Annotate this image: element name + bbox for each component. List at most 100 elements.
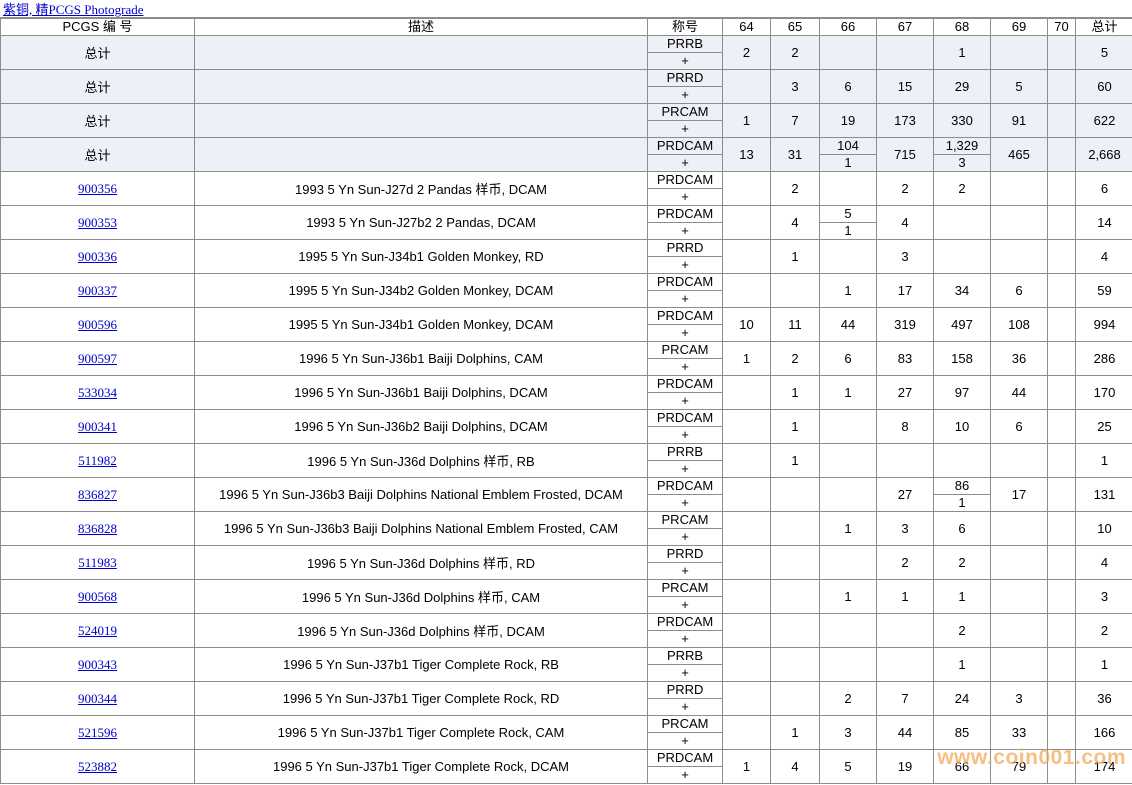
pcgs-number-cell[interactable]: 900343 xyxy=(0,647,195,682)
grade-65-cell xyxy=(770,273,820,308)
pcgs-number-cell[interactable]: 900337 xyxy=(0,273,195,308)
pcgs-number-link[interactable]: 900343 xyxy=(78,657,117,672)
grade-67-cell: 27 xyxy=(876,375,934,410)
pcgs-number-link[interactable]: 836827 xyxy=(78,487,117,502)
grade-64-cell: 1 xyxy=(722,103,771,138)
plus-designation-label: + xyxy=(681,563,689,578)
grade-67-cell: 8 xyxy=(876,409,934,444)
pcgs-number-link[interactable]: 900597 xyxy=(78,351,117,366)
pcgs-number-cell[interactable]: 533034 xyxy=(0,375,195,410)
pcgs-number-cell[interactable]: 836828 xyxy=(0,511,195,546)
designation-cell: PRCAM + xyxy=(647,579,723,614)
grade-69-cell: 6 xyxy=(990,273,1048,308)
grade-65-cell: 4 xyxy=(770,205,820,240)
plus-designation-label: + xyxy=(681,733,689,748)
plus-designation-label: + xyxy=(681,257,689,272)
table-row: 900568 1996 5 Yn Sun-J36d Dolphins 样币, CA… xyxy=(0,579,1132,614)
designation-cell: PRCAM + xyxy=(647,341,723,376)
pcgs-number-cell[interactable]: 900344 xyxy=(0,681,195,716)
grade-68-cell: 86 1 xyxy=(933,477,991,512)
designation-cell: PRDCAM + xyxy=(647,205,723,240)
grade-70-cell xyxy=(1047,341,1076,376)
pcgs-number-cell[interactable]: 511982 xyxy=(0,443,195,478)
grade-67-cell: 173 xyxy=(876,103,934,138)
plus-designation-label: + xyxy=(681,631,689,646)
grade-66-cell: 5 xyxy=(819,749,877,784)
table-row: 900597 1996 5 Yn Sun-J36b1 Baiji Dolphins… xyxy=(0,341,1132,376)
designation-label: PRRD xyxy=(648,547,722,563)
pcgs-number-cell[interactable]: 524019 xyxy=(0,613,195,648)
designation-cell: PRRB + xyxy=(647,35,723,70)
grade-70-cell xyxy=(1047,375,1076,410)
grade-66-cell xyxy=(819,613,877,648)
pcgs-number-cell[interactable]: 900336 xyxy=(0,239,195,274)
description-cell: 1993 5 Yn Sun-J27d 2 Pandas 样币, DCAM xyxy=(194,171,648,206)
pcgs-number-cell[interactable]: 836827 xyxy=(0,477,195,512)
pcgs-number-link[interactable]: 511983 xyxy=(78,555,117,570)
header-grade-67: 67 xyxy=(876,18,934,36)
grade-67-cell: 83 xyxy=(876,341,934,376)
pcgs-number-link[interactable]: 900353 xyxy=(78,215,117,230)
plus-designation-label: + xyxy=(681,189,689,204)
grade-65-cell xyxy=(770,511,820,546)
header-pcgs-number: PCGS 编 号 xyxy=(0,18,195,36)
plus-designation-label: + xyxy=(681,223,689,238)
designation-label: PRRB xyxy=(648,445,722,461)
grade-67-cell xyxy=(876,443,934,478)
grade-68-cell: 29 xyxy=(933,69,991,104)
row-total-cell: 5 xyxy=(1075,35,1132,70)
pcgs-number-link[interactable]: 511982 xyxy=(78,453,117,468)
pcgs-number-cell[interactable]: 511983 xyxy=(0,545,195,580)
pcgs-number-link[interactable]: 900337 xyxy=(78,283,117,298)
pcgs-number-link[interactable]: 900344 xyxy=(78,691,117,706)
grade-70-cell xyxy=(1047,273,1076,308)
row-total-cell: 36 xyxy=(1075,681,1132,716)
grade-68-cell: 1 xyxy=(933,35,991,70)
pcgs-number-link[interactable]: 521596 xyxy=(78,725,117,740)
pcgs-number-cell[interactable]: 900568 xyxy=(0,579,195,614)
summary-row: 总计 PRRB +2 2 1 5 xyxy=(0,35,1132,70)
grade-70-cell xyxy=(1047,409,1076,444)
pcgs-number-link[interactable]: 900336 xyxy=(78,249,117,264)
pcgs-number-cell[interactable]: 900596 xyxy=(0,307,195,342)
table-row: 900336 1995 5 Yn Sun-J34b1 Golden Monkey,… xyxy=(0,239,1132,274)
designation-label: PRCAM xyxy=(648,581,722,597)
pcgs-number-cell[interactable]: 521596 xyxy=(0,715,195,750)
summary-label: 总计 xyxy=(84,114,111,129)
pcgs-number-cell[interactable]: 900341 xyxy=(0,409,195,444)
grade-64-cell xyxy=(722,511,771,546)
grade-67-cell: 27 xyxy=(876,477,934,512)
grade-69-cell: 17 xyxy=(990,477,1048,512)
pcgs-number-cell[interactable]: 900356 xyxy=(0,171,195,206)
grade-69-cell xyxy=(990,443,1048,478)
pcgs-number-cell: 总计 xyxy=(0,35,195,70)
pcgs-number-cell[interactable]: 900597 xyxy=(0,341,195,376)
summary-row: 总计 PRRD +3 6 15 29 5 60 xyxy=(0,69,1132,104)
pcgs-number-link[interactable]: 900356 xyxy=(78,181,117,196)
pcgs-number-cell[interactable]: 523882 xyxy=(0,749,195,784)
grade-64-cell xyxy=(722,69,771,104)
table-row: 533034 1996 5 Yn Sun-J36b1 Baiji Dolphins… xyxy=(0,375,1132,410)
pcgs-number-link[interactable]: 524019 xyxy=(78,623,117,638)
pcgs-number-link[interactable]: 900596 xyxy=(78,317,117,332)
designation-cell: PRDCAM + xyxy=(647,749,723,784)
pcgs-number-cell[interactable]: 900353 xyxy=(0,205,195,240)
grade-69-cell: 33 xyxy=(990,715,1048,750)
grade-66-cell xyxy=(819,477,877,512)
row-total-cell: 2,668 xyxy=(1075,137,1132,172)
table-row: 511983 1996 5 Yn Sun-J36d Dolphins 样币, RD… xyxy=(0,545,1132,580)
pcgs-number-link[interactable]: 900568 xyxy=(78,589,117,604)
grade-67-cell: 3 xyxy=(876,239,934,274)
header-grade-68: 68 xyxy=(933,18,991,36)
pcgs-number-link[interactable]: 900341 xyxy=(78,419,117,434)
pcgs-number-link[interactable]: 836828 xyxy=(78,521,117,536)
pcgs-number-cell: 总计 xyxy=(0,137,195,172)
pcgs-number-link[interactable]: 523882 xyxy=(78,759,117,774)
header-grade-65: 65 xyxy=(770,18,820,36)
pcgs-number-link[interactable]: 533034 xyxy=(78,385,117,400)
designation-cell: PRCAM + xyxy=(647,103,723,138)
designation-cell: PRRD + xyxy=(647,545,723,580)
plus-grade-count: 1 xyxy=(844,223,852,238)
top-breadcrumb-link[interactable]: 紫铜, 精PCGS Photograde xyxy=(3,2,143,18)
table-row: 900356 1993 5 Yn Sun-J27d 2 Pandas 样币, DC… xyxy=(0,171,1132,206)
